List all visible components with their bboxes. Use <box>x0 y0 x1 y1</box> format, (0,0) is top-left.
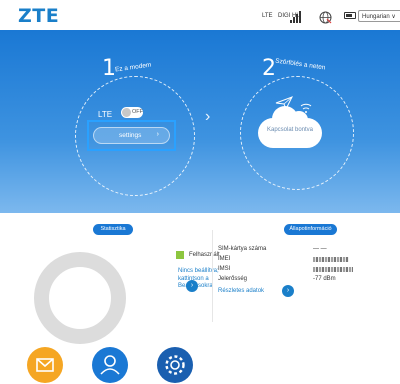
arrow-right-icon: › <box>205 108 211 125</box>
used-legend-swatch <box>176 251 184 259</box>
toggle-state-label: OFF <box>132 109 143 115</box>
network-type-label: LTE <box>262 13 273 19</box>
section-divider <box>212 230 213 322</box>
sim-number-label: SIM-kártya száma <box>218 246 267 252</box>
not-set-link[interactable]: Nincs beállítva; kattintson a Beállításo… <box>178 268 223 291</box>
hero-panel: 1 Ez a modem LTE OFF settings › › 2 Ször… <box>0 30 400 213</box>
usage-donut-chart <box>34 252 126 344</box>
stats-arrow-button[interactable]: › <box>186 280 198 292</box>
settings-highlight-box: settings › <box>87 120 176 151</box>
signal-strength-icon <box>290 11 304 23</box>
settings-app-button[interactable] <box>157 347 193 383</box>
sim-number-value: — — <box>313 246 327 252</box>
step-2-number: 2 <box>262 56 276 81</box>
battery-icon <box>344 12 356 19</box>
details-link[interactable]: Részletes adatok <box>218 288 264 294</box>
lte-label: LTE <box>98 110 113 119</box>
used-legend-label: Felhasznált <box>189 252 220 258</box>
status-info-badge: Állapotinformáció <box>284 224 337 235</box>
toggle-knob <box>122 108 131 117</box>
details-arrow-button[interactable]: › <box>282 285 294 297</box>
gear-icon <box>165 355 185 375</box>
top-header: ZTE LTE DIGI HU Hungarian ∨ <box>0 0 400 30</box>
imei-label: IMEI <box>218 256 231 262</box>
settings-button-label: settings <box>119 132 142 139</box>
zte-logo[interactable]: ZTE <box>18 5 59 27</box>
envelope-icon <box>36 358 54 372</box>
contacts-button[interactable] <box>92 347 128 383</box>
imsi-value-redacted <box>313 267 353 272</box>
user-icon <box>100 355 120 375</box>
step-1-label: Ez a modem <box>114 61 152 74</box>
messages-button[interactable] <box>27 347 63 383</box>
step-2-label: Szörfölés a neten <box>274 57 326 72</box>
language-select[interactable]: Hungarian ∨ <box>358 10 400 22</box>
settings-button[interactable]: settings › <box>93 127 170 144</box>
connection-status: Kapcsolat bontva <box>266 127 314 133</box>
step-1-number: 1 <box>102 56 116 81</box>
imsi-label: IMSI <box>218 266 231 272</box>
globe-icon <box>319 11 332 24</box>
lte-toggle[interactable]: OFF <box>121 107 143 118</box>
chevron-right-icon: › <box>156 131 159 138</box>
signal-strength-label: Jelerősség <box>218 276 248 282</box>
cloud-icon: Kapcsolat bontva <box>258 106 322 148</box>
signal-strength-value: -77 dBm <box>313 276 336 282</box>
statistics-badge: Statisztika <box>93 224 133 235</box>
imei-value-redacted <box>313 257 349 262</box>
